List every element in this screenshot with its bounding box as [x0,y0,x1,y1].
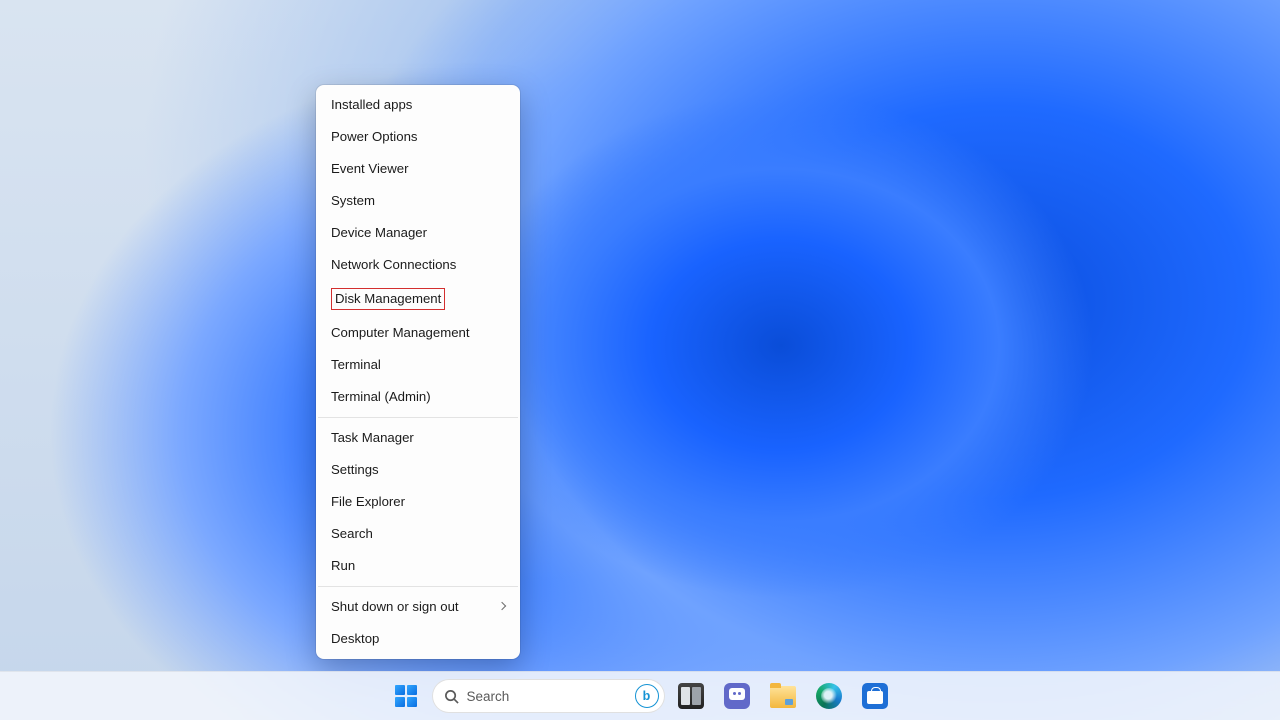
bing-icon[interactable]: b [635,684,659,708]
taskbar-chat[interactable] [717,676,757,716]
menu-network-connections[interactable]: Network Connections [316,249,520,281]
menu-terminal-admin-label: Terminal (Admin) [331,388,431,406]
menu-terminal-label: Terminal [331,356,381,374]
menu-device-manager[interactable]: Device Manager [316,217,520,249]
menu-disk-management[interactable]: Disk Management [316,281,520,317]
menu-shutdown-signout-label: Shut down or sign out [331,598,459,616]
menu-search-label: Search [331,525,373,543]
menu-installed-apps[interactable]: Installed apps [316,89,520,121]
windows-logo-icon [395,685,417,707]
taskbar-search[interactable]: Search b [432,679,665,713]
menu-search[interactable]: Search [316,518,520,550]
menu-device-manager-label: Device Manager [331,224,427,242]
taskbar-store[interactable] [855,676,895,716]
menu-power-options[interactable]: Power Options [316,121,520,153]
menu-desktop-label: Desktop [331,630,379,648]
menu-disk-management-label: Disk Management [331,288,445,310]
edge-icon [816,683,842,709]
menu-settings[interactable]: Settings [316,454,520,486]
search-icon [444,689,459,704]
taskbar-task-view[interactable] [671,676,711,716]
menu-file-explorer-label: File Explorer [331,493,405,511]
menu-run-label: Run [331,557,355,575]
menu-shutdown-signout[interactable]: Shut down or sign out [316,591,520,623]
start-button[interactable] [386,676,426,716]
menu-separator [318,586,518,587]
winx-context-menu: Installed apps Power Options Event Viewer S… [316,85,520,659]
menu-event-viewer-label: Event Viewer [331,160,408,178]
menu-desktop[interactable]: Desktop [316,623,520,655]
store-icon [862,683,888,709]
menu-computer-management-label: Computer Management [331,324,470,342]
menu-power-options-label: Power Options [331,128,418,146]
menu-task-manager-label: Task Manager [331,429,414,447]
search-placeholder: Search [467,689,627,704]
chat-icon [724,683,750,709]
desktop-wallpaper [0,0,1280,720]
menu-event-viewer[interactable]: Event Viewer [316,153,520,185]
menu-terminal[interactable]: Terminal [316,349,520,381]
menu-system[interactable]: System [316,185,520,217]
menu-file-explorer[interactable]: File Explorer [316,486,520,518]
menu-run[interactable]: Run [316,550,520,582]
chevron-right-icon [496,602,506,612]
menu-terminal-admin[interactable]: Terminal (Admin) [316,381,520,413]
taskbar: Search b [0,671,1280,720]
menu-system-label: System [331,192,375,210]
menu-network-connections-label: Network Connections [331,256,456,274]
menu-installed-apps-label: Installed apps [331,96,412,114]
file-explorer-icon [770,686,796,708]
menu-computer-management[interactable]: Computer Management [316,317,520,349]
menu-separator [318,417,518,418]
menu-task-manager[interactable]: Task Manager [316,422,520,454]
task-view-icon [678,683,704,709]
taskbar-edge[interactable] [809,676,849,716]
menu-settings-label: Settings [331,461,379,479]
taskbar-file-explorer[interactable] [763,676,803,716]
